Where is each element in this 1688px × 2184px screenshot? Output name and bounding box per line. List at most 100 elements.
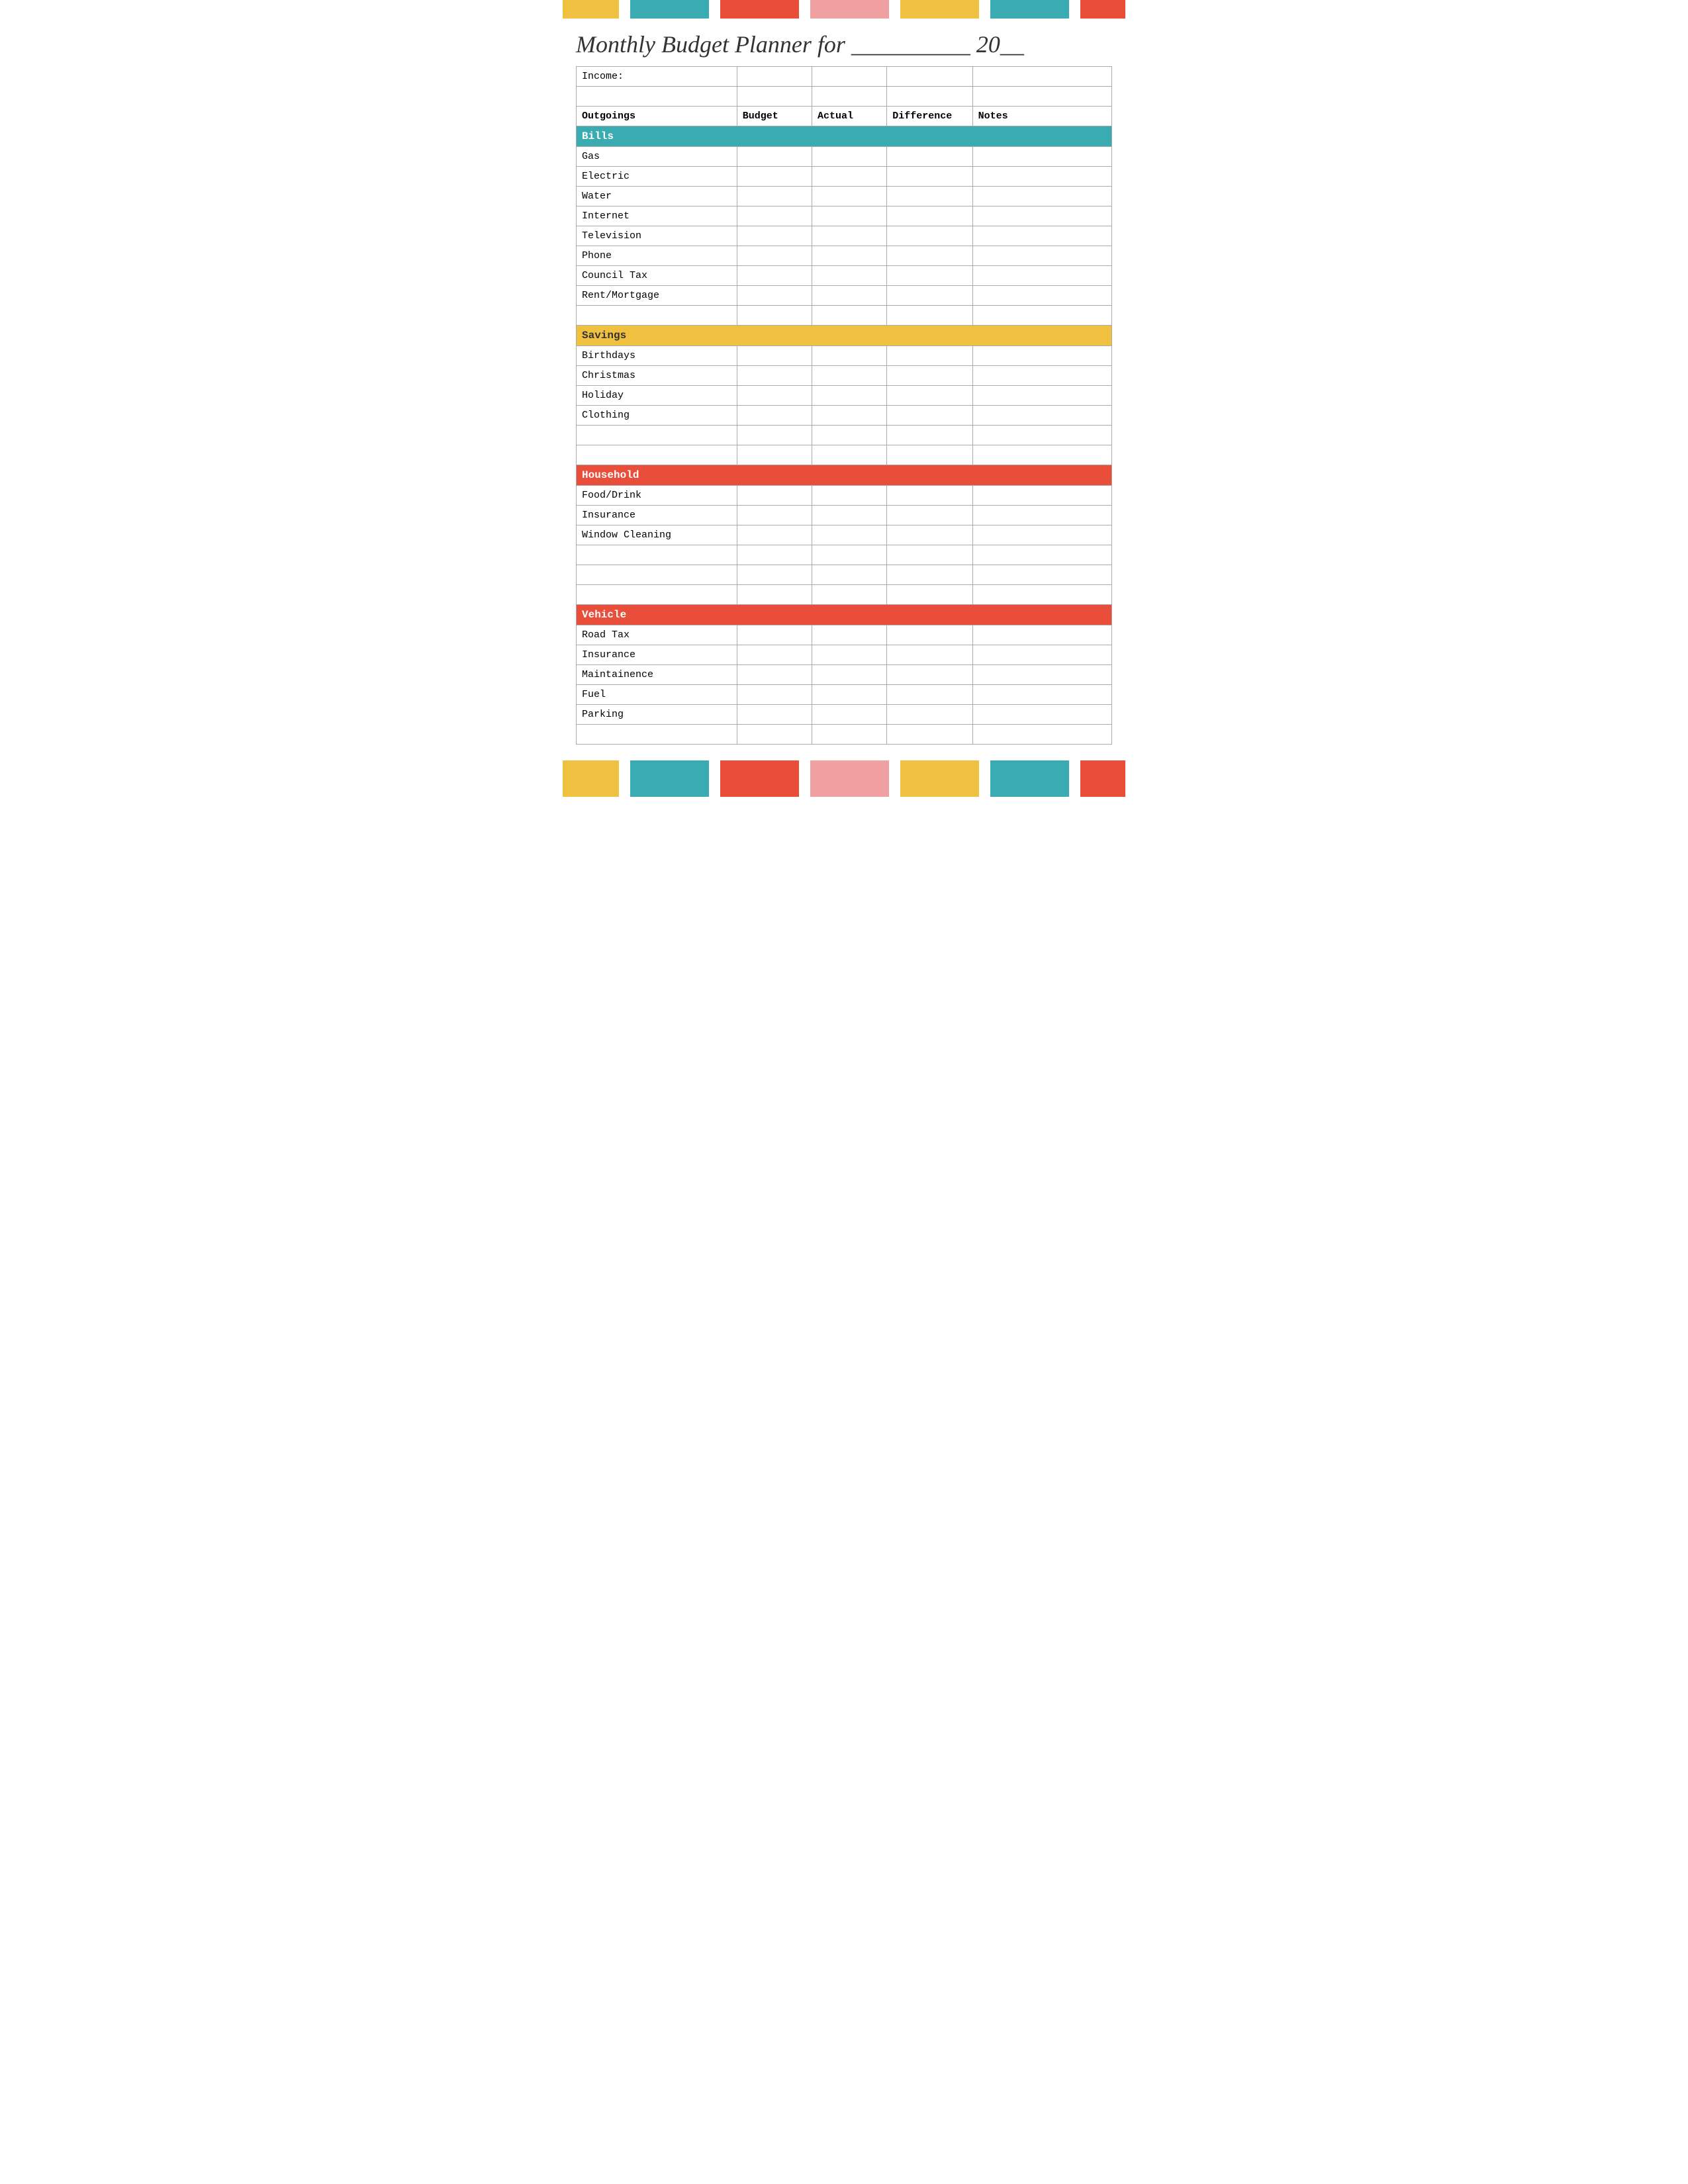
table-row: Road Tax xyxy=(577,625,1112,645)
top-bar-teal2 xyxy=(990,0,1069,19)
bottom-bar-pink xyxy=(810,760,889,797)
income-difference xyxy=(887,67,972,87)
item-fuel: Fuel xyxy=(577,685,737,705)
top-bar-gap1 xyxy=(619,0,630,19)
item-gas: Gas xyxy=(577,147,737,167)
main-content: Income: Outgoings Budget Actual Differen… xyxy=(563,66,1125,751)
table-row: Internet xyxy=(577,206,1112,226)
top-bar-gap2 xyxy=(709,0,720,19)
bottom-bar-red2 xyxy=(1080,760,1125,797)
budget-table: Income: Outgoings Budget Actual Differen… xyxy=(576,66,1112,745)
empty-row-1 xyxy=(577,87,1112,107)
item-rent-mortgage: Rent/Mortgage xyxy=(577,286,737,306)
empty-row-bills xyxy=(577,306,1112,326)
top-bar-gap5 xyxy=(979,0,990,19)
header-budget: Budget xyxy=(737,107,812,126)
table-row: Rent/Mortgage xyxy=(577,286,1112,306)
item-window-cleaning: Window Cleaning xyxy=(577,525,737,545)
page-wrapper: Monthly Budget Planner for __________ 20… xyxy=(563,0,1125,810)
table-row: Television xyxy=(577,226,1112,246)
household-header-label: Household xyxy=(577,465,1112,486)
top-bar-gap4 xyxy=(889,0,900,19)
table-row: Phone xyxy=(577,246,1112,266)
savings-header-label: Savings xyxy=(577,326,1112,346)
table-row: Food/Drink xyxy=(577,486,1112,506)
income-row: Income: xyxy=(577,67,1112,87)
item-christmas: Christmas xyxy=(577,366,737,386)
top-bar-red2 xyxy=(1080,0,1125,19)
item-holiday: Holiday xyxy=(577,386,737,406)
income-notes xyxy=(972,67,1111,87)
table-row: Parking xyxy=(577,705,1112,725)
bottom-decorative-bar xyxy=(563,760,1125,797)
table-row: Birthdays xyxy=(577,346,1112,366)
table-row: Maintainence xyxy=(577,665,1112,685)
top-bar-gap3 xyxy=(799,0,810,19)
item-parking: Parking xyxy=(577,705,737,725)
table-row: Holiday xyxy=(577,386,1112,406)
item-food-drink: Food/Drink xyxy=(577,486,737,506)
top-bar-red xyxy=(720,0,799,19)
top-bar-gap6 xyxy=(1069,0,1080,19)
item-water: Water xyxy=(577,187,737,206)
income-budget xyxy=(737,67,812,87)
page-title: Monthly Budget Planner for __________ 20… xyxy=(576,30,1112,58)
table-row: Clothing xyxy=(577,406,1112,426)
table-row: Electric xyxy=(577,167,1112,187)
table-row: Gas xyxy=(577,147,1112,167)
bottom-bar-yellow xyxy=(563,760,619,797)
empty-row-savings1 xyxy=(577,426,1112,445)
top-decorative-bar xyxy=(563,0,1125,19)
bottom-bar-yellow2 xyxy=(900,760,979,797)
title-section: Monthly Budget Planner for __________ 20… xyxy=(563,25,1125,66)
table-row: Council Tax xyxy=(577,266,1112,286)
table-row: Christmas xyxy=(577,366,1112,386)
item-electric: Electric xyxy=(577,167,737,187)
empty-row-household3 xyxy=(577,585,1112,605)
bottom-bar-teal xyxy=(630,760,709,797)
top-bar-yellow2 xyxy=(900,0,979,19)
savings-section-header: Savings xyxy=(577,326,1112,346)
empty-row-household1 xyxy=(577,545,1112,565)
table-row: Insurance xyxy=(577,506,1112,525)
bottom-bar-red xyxy=(720,760,799,797)
bottom-bar-gap4 xyxy=(889,760,900,797)
item-insurance-household: Insurance xyxy=(577,506,737,525)
item-road-tax: Road Tax xyxy=(577,625,737,645)
bottom-bar-gap3 xyxy=(799,760,810,797)
empty-row-savings2 xyxy=(577,445,1112,465)
top-bar-pink xyxy=(810,0,889,19)
bottom-bar-gap5 xyxy=(979,760,990,797)
bottom-bar-gap2 xyxy=(709,760,720,797)
table-row: Water xyxy=(577,187,1112,206)
income-actual xyxy=(812,67,886,87)
vehicle-section-header: Vehicle xyxy=(577,605,1112,625)
top-bar-yellow xyxy=(563,0,619,19)
header-difference: Difference xyxy=(887,107,972,126)
top-bar-teal xyxy=(630,0,709,19)
table-row: Window Cleaning xyxy=(577,525,1112,545)
empty-row-vehicle xyxy=(577,725,1112,745)
table-row: Insurance xyxy=(577,645,1112,665)
item-council-tax: Council Tax xyxy=(577,266,737,286)
bottom-bar-gap6 xyxy=(1069,760,1080,797)
item-insurance-vehicle: Insurance xyxy=(577,645,737,665)
item-clothing: Clothing xyxy=(577,406,737,426)
item-birthdays: Birthdays xyxy=(577,346,737,366)
item-phone: Phone xyxy=(577,246,737,266)
column-header-row: Outgoings Budget Actual Difference Notes xyxy=(577,107,1112,126)
bills-header-label: Bills xyxy=(577,126,1112,147)
item-television: Television xyxy=(577,226,737,246)
income-label: Income: xyxy=(577,67,737,87)
bills-section-header: Bills xyxy=(577,126,1112,147)
table-row: Fuel xyxy=(577,685,1112,705)
empty-row-household2 xyxy=(577,565,1112,585)
bottom-bar-gap1 xyxy=(619,760,630,797)
header-notes: Notes xyxy=(972,107,1111,126)
vehicle-header-label: Vehicle xyxy=(577,605,1112,625)
item-internet: Internet xyxy=(577,206,737,226)
item-maintainence: Maintainence xyxy=(577,665,737,685)
household-section-header: Household xyxy=(577,465,1112,486)
bottom-bar-teal2 xyxy=(990,760,1069,797)
header-outgoings: Outgoings xyxy=(577,107,737,126)
